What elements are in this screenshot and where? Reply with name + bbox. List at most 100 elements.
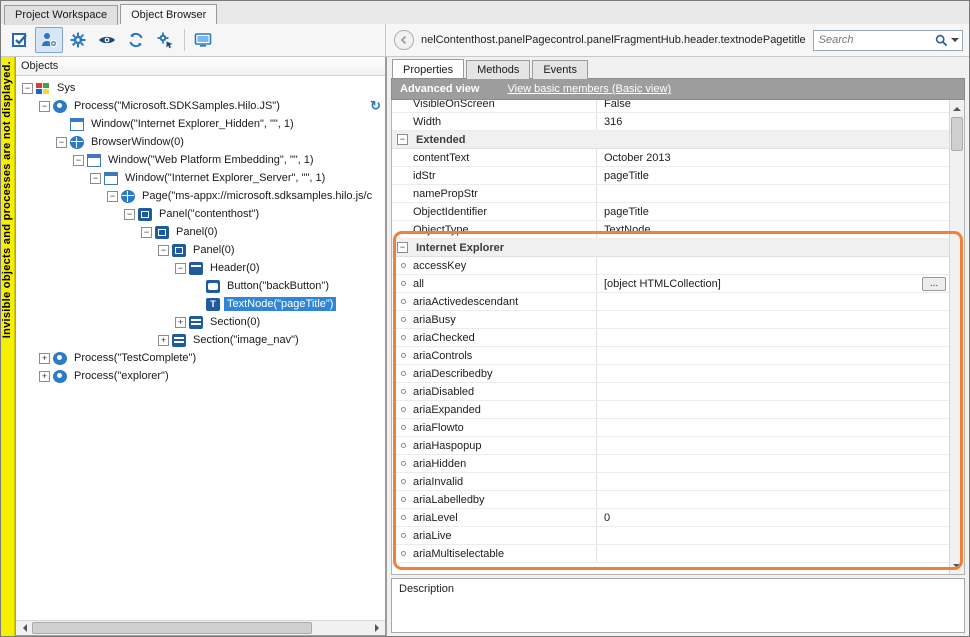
property-name[interactable]: namePropStr xyxy=(392,185,597,202)
property-row[interactable]: ariaFlowto xyxy=(392,419,949,437)
property-value[interactable] xyxy=(597,527,949,544)
collapse-toggle-icon[interactable]: − xyxy=(73,155,84,166)
tree-node[interactable]: + Section(0) xyxy=(16,313,385,331)
tree-node-label[interactable]: Window("Internet Explorer_Server", "", 1… xyxy=(122,171,328,185)
tree-node[interactable]: − Page("ms-appx://microsoft.sdksamples.hi… xyxy=(16,187,385,205)
property-name[interactable]: ariaLive xyxy=(392,527,597,544)
property-name[interactable]: contentText xyxy=(392,149,597,166)
tree-node-label[interactable]: Page("ms-appx://microsoft.sdksamples.hil… xyxy=(139,189,375,203)
property-name[interactable]: ariaBusy xyxy=(392,311,597,328)
property-name[interactable]: ariaDisabled xyxy=(392,383,597,400)
tree-node[interactable]: + Process("TestComplete") xyxy=(16,349,385,367)
property-row[interactable]: ariaLevel0 xyxy=(392,509,949,527)
refresh-icon[interactable] xyxy=(122,27,150,53)
tab-events[interactable]: Events xyxy=(532,60,588,79)
search-icon[interactable] xyxy=(935,34,948,47)
property-name[interactable]: ariaInvalid xyxy=(392,473,597,490)
scroll-left-icon[interactable] xyxy=(16,621,31,635)
property-value[interactable]: pageTitle xyxy=(597,167,949,184)
tree-node-label[interactable]: Panel(0) xyxy=(173,225,221,239)
property-row[interactable]: idStrpageTitle xyxy=(392,167,949,185)
expand-toggle-icon[interactable]: + xyxy=(175,317,186,328)
tab-properties[interactable]: Properties xyxy=(392,59,464,78)
tree-node-label[interactable]: Panel("contenthost") xyxy=(156,207,262,221)
collapse-toggle-icon[interactable]: − xyxy=(158,245,169,256)
advanced-gear-icon[interactable] xyxy=(151,27,179,53)
property-row[interactable]: ariaDescribedby xyxy=(392,365,949,383)
property-name[interactable]: ariaHaspopup xyxy=(392,437,597,454)
property-value[interactable] xyxy=(597,491,949,508)
back-button[interactable] xyxy=(394,30,414,50)
collapse-toggle-icon[interactable]: − xyxy=(107,191,118,202)
tree-node-label[interactable]: Sys xyxy=(54,81,78,95)
property-row[interactable]: ariaMultiselectable xyxy=(392,545,949,563)
property-name[interactable]: ariaFlowto xyxy=(392,419,597,436)
property-value[interactable] xyxy=(597,293,949,310)
tree-node[interactable]: Button("backButton") xyxy=(16,277,385,295)
property-name[interactable]: ariaLabelledby xyxy=(392,491,597,508)
tree-node[interactable]: −Header(0) xyxy=(16,259,385,277)
property-name[interactable]: ObjectType xyxy=(392,221,597,238)
tab-methods[interactable]: Methods xyxy=(466,60,530,79)
show-monitor-icon[interactable] xyxy=(189,27,217,53)
property-row[interactable]: ObjectIdentifierpageTitle xyxy=(392,203,949,221)
scrollbar-thumb[interactable] xyxy=(32,622,312,634)
property-name[interactable]: ObjectIdentifier xyxy=(392,203,597,220)
tree-node-label[interactable]: Process("explorer") xyxy=(71,369,172,383)
property-row[interactable]: accessKey xyxy=(392,257,949,275)
property-name[interactable]: ariaActivedescendant xyxy=(392,293,597,310)
tree-node[interactable]: +Section("image_nav") xyxy=(16,331,385,349)
property-value[interactable]: [object HTMLCollection]... xyxy=(597,275,949,292)
property-row[interactable]: ariaHaspopup xyxy=(392,437,949,455)
property-row[interactable]: all[object HTMLCollection]... xyxy=(392,275,949,293)
tree-node-label[interactable]: TextNode("pageTitle") xyxy=(224,297,336,311)
property-value[interactable] xyxy=(597,311,949,328)
collapse-toggle-icon[interactable]: − xyxy=(397,134,408,145)
tree-node-label[interactable]: Header(0) xyxy=(207,261,263,275)
property-name[interactable]: ariaExpanded xyxy=(392,401,597,418)
tree-node[interactable]: Window("Internet Explorer_Hidden", "", 1… xyxy=(16,115,385,133)
property-row[interactable]: ariaLabelledby xyxy=(392,491,949,509)
property-row[interactable]: contentTextOctober 2013 xyxy=(392,149,949,167)
tree-node[interactable]: −BrowserWindow(0) xyxy=(16,133,385,151)
property-name[interactable]: idStr xyxy=(392,167,597,184)
tab-project-workspace[interactable]: Project Workspace xyxy=(4,5,118,25)
tree-node-label[interactable]: Process("TestComplete") xyxy=(71,351,199,365)
tree-node-label[interactable]: Window("Web Platform Embedding", "", 1) xyxy=(105,153,317,167)
property-name[interactable]: ariaLevel xyxy=(392,509,597,526)
scroll-right-icon[interactable] xyxy=(370,621,385,635)
tree-node-label[interactable]: Window("Internet Explorer_Hidden", "", 1… xyxy=(88,117,297,131)
expand-toggle-icon[interactable]: + xyxy=(39,353,50,364)
basic-view-link[interactable]: View basic members (Basic view) xyxy=(507,83,671,95)
tree-node[interactable]: −Sys xyxy=(16,79,385,97)
tree-node[interactable]: −Window("Internet Explorer_Server", "", … xyxy=(16,169,385,187)
property-value[interactable]: TextNode xyxy=(597,221,949,238)
tree-node-label[interactable]: Section(0) xyxy=(207,315,263,329)
property-row[interactable]: ariaLive xyxy=(392,527,949,545)
collapse-toggle-icon[interactable]: − xyxy=(397,242,408,253)
property-name[interactable]: ariaDescribedby xyxy=(392,365,597,382)
property-value[interactable] xyxy=(597,545,949,562)
property-name[interactable]: ariaChecked xyxy=(392,329,597,346)
property-row[interactable]: ObjectTypeTextNode xyxy=(392,221,949,239)
property-value[interactable] xyxy=(597,473,949,490)
scroll-up-icon[interactable] xyxy=(950,100,964,115)
property-row[interactable]: ariaControls xyxy=(392,347,949,365)
property-name[interactable]: Width xyxy=(392,113,597,130)
view-eye-icon[interactable] xyxy=(93,27,121,53)
property-row[interactable]: ariaActivedescendant xyxy=(392,293,949,311)
tree-node[interactable]: TextNode("pageTitle") xyxy=(16,295,385,313)
tree-horizontal-scrollbar[interactable] xyxy=(16,620,385,635)
tree-node[interactable]: − Panel(0) xyxy=(16,241,385,259)
scroll-down-icon[interactable] xyxy=(950,559,964,574)
property-value[interactable] xyxy=(597,347,949,364)
tab-object-browser[interactable]: Object Browser xyxy=(120,4,217,24)
property-row[interactable]: ariaBusy xyxy=(392,311,949,329)
property-name[interactable]: accessKey xyxy=(392,257,597,274)
search-dropdown-icon[interactable] xyxy=(951,38,959,46)
settings-gear-icon[interactable] xyxy=(64,27,92,53)
tree-node-label[interactable]: Process("Microsoft.SDKSamples.Hilo.JS") xyxy=(71,99,283,113)
tree-node[interactable]: −Process("Microsoft.SDKSamples.Hilo.JS")… xyxy=(16,97,385,115)
grid-vertical-scrollbar[interactable] xyxy=(949,100,964,574)
tree-node-label[interactable]: Panel(0) xyxy=(190,243,238,257)
